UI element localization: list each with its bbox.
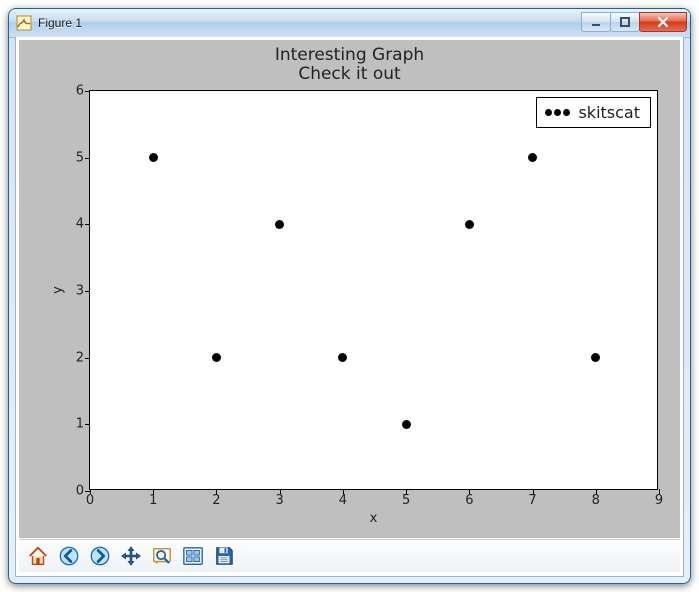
x-tick-label: 4	[339, 493, 347, 508]
x-tick-label: 0	[86, 493, 94, 508]
save-button[interactable]	[209, 542, 239, 570]
legend: skitscat	[536, 97, 651, 128]
x-tick-label: 9	[655, 493, 663, 508]
data-point	[212, 353, 221, 362]
y-tick-label: 4	[76, 217, 84, 232]
window-controls	[582, 14, 690, 32]
subplots-button[interactable]	[178, 542, 208, 570]
data-point	[338, 353, 347, 362]
data-point	[275, 220, 284, 229]
chart-subtitle: Check it out	[19, 65, 680, 84]
figure-window: Figure 1 Interesting Graph Check it out …	[8, 8, 691, 584]
titlebar[interactable]: Figure 1	[9, 9, 690, 38]
forward-button[interactable]	[85, 542, 115, 570]
y-tick-label: 3	[76, 284, 84, 299]
legend-label: skitscat	[578, 103, 640, 122]
chart-title: Interesting Graph Check it out	[19, 46, 680, 84]
y-tick-label: 2	[76, 350, 84, 365]
y-tick-label: 5	[76, 150, 84, 165]
home-button[interactable]	[23, 542, 53, 570]
x-tick-label: 5	[402, 493, 410, 508]
x-tick-label: 2	[212, 493, 220, 508]
client-area: Interesting Graph Check it out x y skits…	[15, 37, 684, 577]
chart-title-line1: Interesting Graph	[19, 46, 680, 65]
app-icon	[16, 15, 32, 31]
pan-button[interactable]	[116, 542, 146, 570]
data-point	[465, 220, 474, 229]
x-tick-label: 8	[592, 493, 600, 508]
data-point	[528, 153, 537, 162]
zoom-button[interactable]	[147, 542, 177, 570]
minimize-button[interactable]	[581, 12, 611, 32]
nav-toolbar	[19, 539, 680, 572]
back-button[interactable]	[54, 542, 84, 570]
y-tick-label: 0	[76, 484, 84, 499]
window-title: Figure 1	[38, 16, 582, 30]
data-point	[149, 153, 158, 162]
y-axis-label: y	[51, 286, 66, 294]
y-tick-label: 1	[76, 417, 84, 432]
data-point	[591, 353, 600, 362]
maximize-button[interactable]	[610, 12, 640, 32]
figure-canvas[interactable]: Interesting Graph Check it out x y skits…	[19, 40, 680, 538]
x-tick-label: 7	[528, 493, 536, 508]
data-point	[402, 420, 411, 429]
close-button[interactable]	[639, 12, 687, 32]
x-tick-label: 6	[465, 493, 473, 508]
y-tick-label: 6	[76, 84, 84, 99]
x-axis-label: x	[370, 511, 378, 526]
axes-area: x y skitscat 01234567890123456	[89, 90, 658, 490]
legend-marker	[545, 109, 570, 116]
x-tick-label: 3	[276, 493, 284, 508]
x-tick-label: 1	[149, 493, 157, 508]
